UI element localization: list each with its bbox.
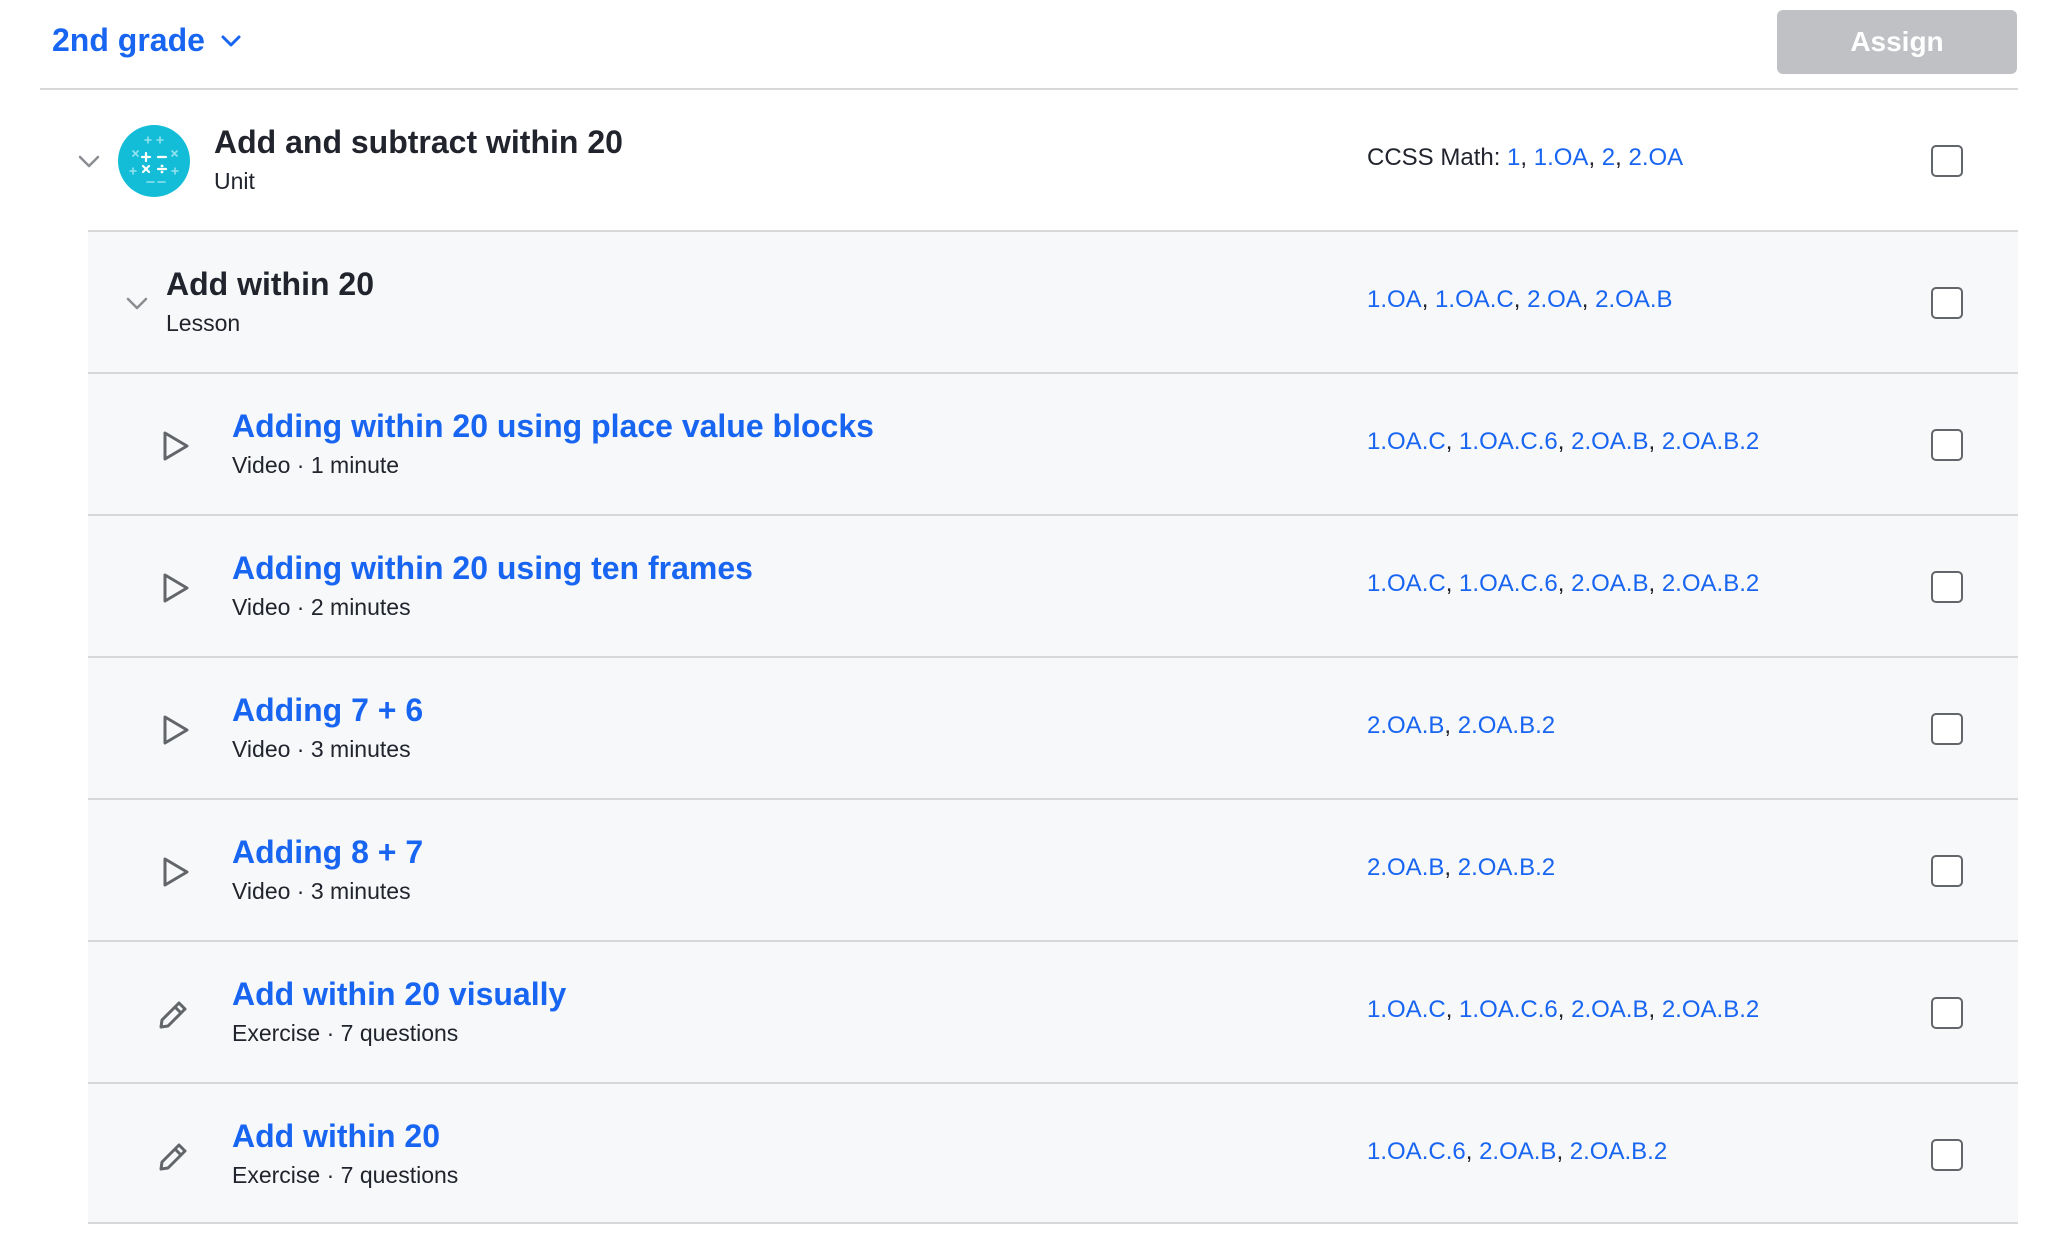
- content-item-title[interactable]: Adding 8 + 7: [232, 832, 423, 872]
- standard-link[interactable]: 1.OA.C.6: [1367, 1138, 1466, 1165]
- standards-prefix: CCSS Math:: [1367, 144, 1501, 171]
- lesson-standards: 1.OA, 1.OA.C, 2.OA, 2.OA.B: [1367, 286, 1673, 313]
- standard-link[interactable]: 2.OA.B: [1479, 1138, 1556, 1165]
- content-item-standards: 2.OA.B, 2.OA.B.2: [1367, 854, 1556, 881]
- unit-row: Add and subtract within 20 Unit CCSS Mat…: [40, 88, 2018, 230]
- content-item-standards: 2.OA.B, 2.OA.B.2: [1367, 712, 1556, 739]
- content-item-title-block: Add within 20 visually Exercise · 7 ques…: [232, 974, 566, 1050]
- standard-link[interactable]: 2.OA.B.2: [1662, 428, 1759, 455]
- content-item-title[interactable]: Adding 7 + 6: [232, 690, 423, 730]
- pencil-icon: [159, 1143, 187, 1171]
- content-list: Add and subtract within 20 Unit CCSS Mat…: [40, 88, 2018, 1224]
- unit-checkbox[interactable]: [1931, 145, 1963, 177]
- lesson-title-block: Add within 20 Lesson: [166, 264, 374, 340]
- content-item-row: Adding within 20 using place value block…: [88, 372, 2018, 514]
- standard-link[interactable]: 2.OA.B: [1595, 286, 1672, 313]
- content-item-subtitle: Exercise · 7 questions: [232, 1162, 459, 1188]
- lesson-row: Add within 20 Lesson 1.OA, 1.OA.C, 2.OA,…: [88, 230, 2018, 372]
- content-item-standards: 1.OA.C.6, 2.OA.B, 2.OA.B.2: [1367, 1138, 1668, 1165]
- content-item-subtitle: Video · 2 minutes: [232, 594, 411, 620]
- chevron-down-icon: [221, 35, 241, 46]
- content-item-title-block: Adding within 20 using place value block…: [232, 406, 874, 482]
- content-item-row: Adding within 20 using ten frames Video …: [88, 514, 2018, 656]
- content-item-subtitle: Video · 1 minute: [232, 452, 400, 478]
- content-item-subtitle: Exercise · 7 questions: [232, 1020, 459, 1046]
- math-symbols-icon: [118, 125, 190, 197]
- content-item-subtitle: Video · 3 minutes: [232, 878, 411, 904]
- content-item-title-block: Add within 20 Exercise · 7 questions: [232, 1116, 458, 1192]
- standard-link[interactable]: 1.OA.C.6: [1459, 996, 1558, 1023]
- standard-link[interactable]: 1.OA.C.6: [1459, 570, 1558, 597]
- content-item-checkbox[interactable]: [1931, 997, 1963, 1029]
- standard-link[interactable]: 2.OA.B: [1367, 854, 1444, 881]
- standard-link[interactable]: 2.OA.B: [1571, 996, 1648, 1023]
- content-item-title-block: Adding 7 + 6 Video · 3 minutes: [232, 690, 423, 766]
- content-item-title[interactable]: Add within 20: [232, 1116, 458, 1156]
- content-item-standards: 1.OA.C, 1.OA.C.6, 2.OA.B, 2.OA.B.2: [1367, 428, 1760, 455]
- content-item-checkbox[interactable]: [1931, 571, 1963, 603]
- grade-dropdown-label: 2nd grade: [52, 22, 205, 58]
- standard-link[interactable]: 1: [1507, 144, 1520, 171]
- content-item-checkbox[interactable]: [1931, 1139, 1963, 1171]
- standard-link[interactable]: 1.OA: [1367, 286, 1422, 313]
- standard-link[interactable]: 2.OA.B.2: [1458, 854, 1555, 881]
- content-item-title[interactable]: Adding within 20 using ten frames: [232, 548, 753, 588]
- content-item-title-block: Adding within 20 using ten frames Video …: [232, 548, 753, 624]
- standard-link[interactable]: 2.OA.B.2: [1662, 996, 1759, 1023]
- standard-link[interactable]: 1.OA.C.6: [1459, 428, 1558, 455]
- unit-standards: CCSS Math: 1, 1.OA, 2, 2.OA: [1367, 144, 1684, 171]
- lesson-type: Lesson: [166, 310, 241, 336]
- standard-link[interactable]: 2.OA.B.2: [1458, 712, 1555, 739]
- content-item-checkbox[interactable]: [1931, 429, 1963, 461]
- standard-link[interactable]: 2.OA.B.2: [1662, 570, 1759, 597]
- content-item-checkbox[interactable]: [1931, 855, 1963, 887]
- standard-link[interactable]: 2.OA.B.2: [1570, 1138, 1667, 1165]
- content-item-row: Add within 20 Exercise · 7 questions 1.O…: [88, 1082, 2018, 1224]
- lesson-checkbox[interactable]: [1931, 287, 1963, 319]
- content-item-title[interactable]: Adding within 20 using place value block…: [232, 406, 874, 446]
- unit-title-block: Add and subtract within 20 Unit: [214, 122, 623, 198]
- play-icon: [163, 573, 189, 603]
- pencil-icon: [159, 1001, 187, 1029]
- standard-link[interactable]: 1.OA: [1534, 144, 1589, 171]
- play-icon: [163, 715, 189, 745]
- play-icon: [163, 857, 189, 887]
- standard-link[interactable]: 2: [1602, 144, 1615, 171]
- content-item-checkbox[interactable]: [1931, 713, 1963, 745]
- content-item-standards: 1.OA.C, 1.OA.C.6, 2.OA.B, 2.OA.B.2: [1367, 570, 1760, 597]
- chevron-down-icon[interactable]: [124, 290, 150, 316]
- standard-link[interactable]: 1.OA.C: [1367, 570, 1446, 597]
- content-item-title-block: Adding 8 + 7 Video · 3 minutes: [232, 832, 423, 908]
- content-item-row: Adding 8 + 7 Video · 3 minutes 2.OA.B, 2…: [88, 798, 2018, 940]
- standard-link[interactable]: 1.OA.C: [1367, 428, 1446, 455]
- standard-link[interactable]: 1.OA.C: [1435, 286, 1514, 313]
- content-item-subtitle: Video · 3 minutes: [232, 736, 411, 762]
- unit-title: Add and subtract within 20: [214, 124, 623, 160]
- standard-link[interactable]: 2.OA.B: [1571, 570, 1648, 597]
- content-item-title[interactable]: Add within 20 visually: [232, 974, 566, 1014]
- lesson-title: Add within 20: [166, 266, 374, 302]
- content-item-row: Add within 20 visually Exercise · 7 ques…: [88, 940, 2018, 1082]
- assign-button[interactable]: Assign: [1777, 10, 2017, 74]
- standard-link[interactable]: 2.OA.B: [1367, 712, 1444, 739]
- unit-type: Unit: [214, 168, 255, 194]
- content-item-standards: 1.OA.C, 1.OA.C.6, 2.OA.B, 2.OA.B.2: [1367, 996, 1760, 1023]
- top-bar: 2nd grade Assign: [0, 0, 2046, 90]
- grade-dropdown[interactable]: 2nd grade: [52, 22, 243, 59]
- standard-link[interactable]: 1.OA.C: [1367, 996, 1446, 1023]
- standard-link[interactable]: 2.OA: [1629, 144, 1684, 171]
- standard-link[interactable]: 2.OA: [1527, 286, 1582, 313]
- standard-link[interactable]: 2.OA.B: [1571, 428, 1648, 455]
- chevron-down-icon[interactable]: [76, 148, 102, 174]
- play-icon: [163, 431, 189, 461]
- content-item-row: Adding 7 + 6 Video · 3 minutes 2.OA.B, 2…: [88, 656, 2018, 798]
